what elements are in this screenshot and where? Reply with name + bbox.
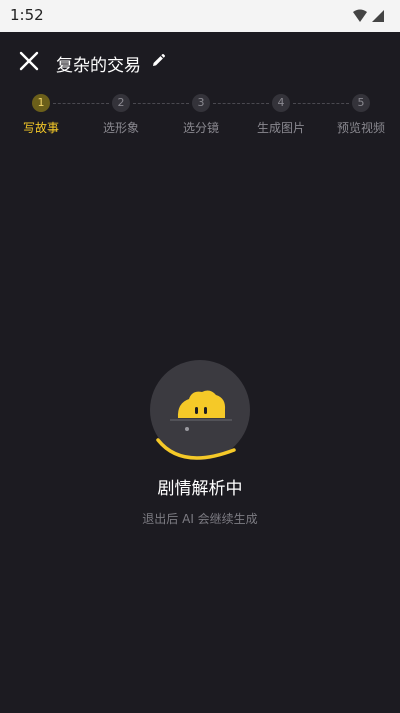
step-number: 3 [192, 94, 210, 112]
step-label: 预览视频 [336, 121, 385, 135]
step-choose-storyboard[interactable]: 3 选分镜 [171, 92, 231, 136]
pencil-icon[interactable] [150, 53, 166, 69]
loading-mascot [150, 360, 250, 460]
step-label: 写故事 [22, 121, 59, 135]
status-bar: 1:52 [0, 0, 400, 32]
step-number: 5 [352, 94, 370, 112]
loading-subtitle: 退出后 AI 会继续生成 [142, 512, 258, 526]
step-label: 生成图片 [256, 121, 305, 135]
step-label: 选形象 [102, 121, 139, 135]
step-choose-character[interactable]: 2 选形象 [91, 92, 151, 136]
signal-icons [353, 9, 384, 22]
step-write-story[interactable]: 1 写故事 [11, 92, 71, 136]
wifi-icon [353, 9, 367, 22]
story-title: 复杂的交易 [56, 56, 141, 76]
step-preview-video[interactable]: 5 预览视频 [331, 92, 391, 136]
progress-stepper: 1 写故事 2 选形象 3 选分镜 4 生成图片 5 预览视频 [0, 92, 400, 136]
step-number: 2 [112, 94, 130, 112]
step-generate-images[interactable]: 4 生成图片 [251, 92, 311, 136]
loading-title: 剧情解析中 [157, 479, 243, 499]
step-label: 选分镜 [182, 121, 219, 135]
header: 复杂的交易 [0, 32, 400, 92]
step-number: 1 [32, 94, 50, 112]
close-icon[interactable] [18, 50, 40, 72]
step-number: 4 [272, 94, 290, 112]
status-time: 1:52 [10, 6, 44, 24]
mascot-icon [156, 390, 236, 460]
cell-signal-icon [372, 10, 384, 22]
